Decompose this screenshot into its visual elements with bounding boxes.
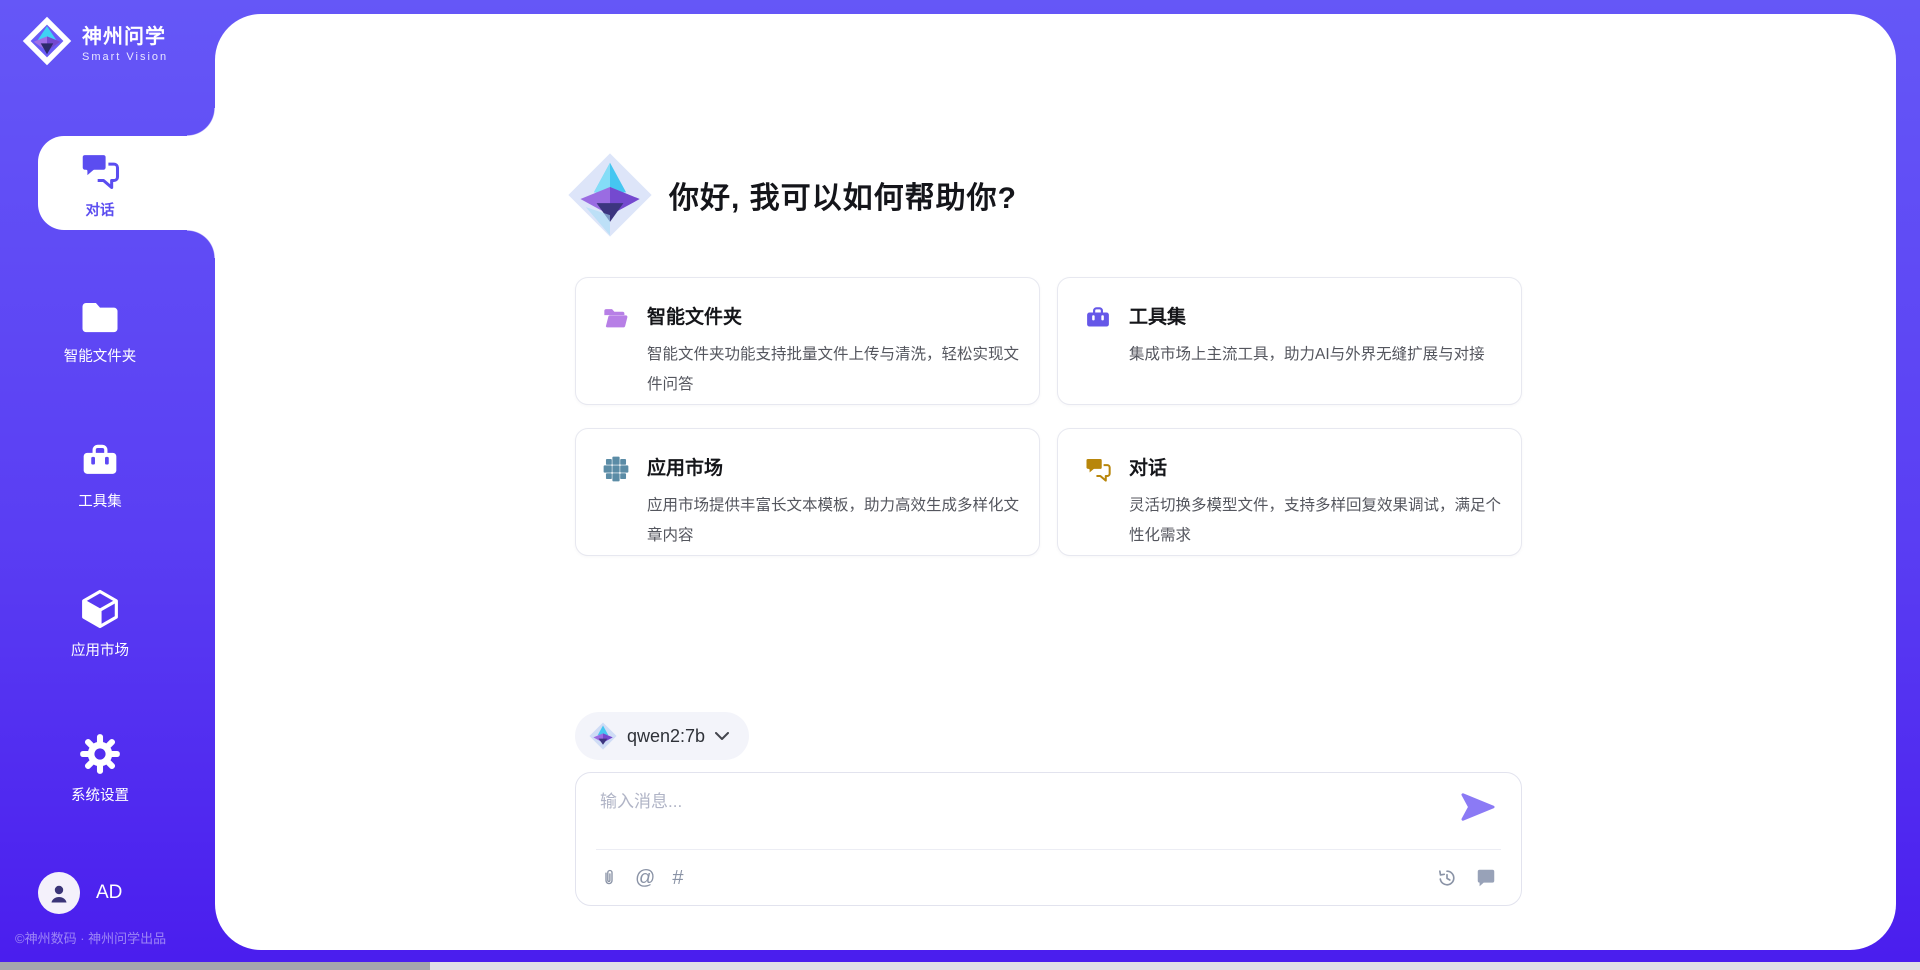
card-description: 灵活切换多模型文件，支持多样回复效果调试，满足个性化需求 <box>1129 491 1514 551</box>
main-panel: 你好, 我可以如何帮助你? 智能文件夹 智能文件夹功能支持批量文件上传与清洗，轻… <box>215 14 1896 950</box>
toolbox-icon <box>79 441 121 481</box>
card-description: 集成市场上主流工具，助力AI与外界无缝扩展与对接 <box>1129 340 1514 370</box>
sidebar-item-label: 智能文件夹 <box>64 345 137 366</box>
history-icon <box>1436 867 1458 889</box>
person-icon <box>47 881 71 905</box>
composer-divider <box>596 849 1501 850</box>
chevron-down-icon <box>715 732 729 741</box>
brand-name: 神州问学 <box>82 20 168 49</box>
brand-logo-icon <box>22 16 72 66</box>
card-title: 对话 <box>1129 453 1514 480</box>
at-icon: @ <box>635 868 655 888</box>
assistant-logo-icon <box>567 152 653 238</box>
card-description: 应用市场提供丰富长文本模板，助力高效生成多样化文章内容 <box>647 491 1032 551</box>
avatar <box>38 872 80 914</box>
card-title: 智能文件夹 <box>647 302 1032 329</box>
mention-button[interactable]: @ <box>635 868 655 888</box>
user-initials: AD <box>96 882 122 904</box>
card-smart-folder[interactable]: 智能文件夹 智能文件夹功能支持批量文件上传与清洗，轻松实现文件问答 <box>575 277 1040 405</box>
card-title: 应用市场 <box>647 453 1032 480</box>
gear-icon <box>79 733 121 775</box>
toolbox-icon <box>1084 304 1112 332</box>
card-title: 工具集 <box>1129 302 1514 329</box>
paperclip-icon <box>600 866 618 890</box>
card-toolset[interactable]: 工具集 集成市场上主流工具，助力AI与外界无缝扩展与对接 <box>1057 277 1522 405</box>
brand-subtitle: Smart Vision <box>82 51 168 63</box>
model-logo-icon <box>589 722 617 750</box>
sidebar-item-label: 工具集 <box>78 490 122 511</box>
send-button[interactable] <box>1461 793 1495 821</box>
sidebar-item-folders[interactable]: 智能文件夹 <box>0 298 200 366</box>
message-input[interactable] <box>600 787 1440 841</box>
model-selector[interactable]: qwen2:7b <box>575 712 749 760</box>
send-icon <box>1461 793 1495 821</box>
horizontal-scrollbar-thumb[interactable] <box>0 962 430 970</box>
card-description: 智能文件夹功能支持批量文件上传与清洗，轻松实现文件问答 <box>647 340 1032 400</box>
topic-button[interactable]: # <box>672 868 683 888</box>
composer-toolbar: @ # <box>600 866 1497 890</box>
card-chat[interactable]: 对话 灵活切换多模型文件，支持多样回复效果调试，满足个性化需求 <box>1057 428 1522 556</box>
greeting-title: 你好, 我可以如何帮助你? <box>669 173 1017 217</box>
model-name: qwen2:7b <box>627 726 705 747</box>
user-menu[interactable]: AD <box>38 872 122 914</box>
history-button[interactable] <box>1436 867 1458 889</box>
sidebar-item-chat[interactable]: 对话 <box>0 150 200 220</box>
feature-cards: 智能文件夹 智能文件夹功能支持批量文件上传与清洗，轻松实现文件问答 工具集 集成… <box>575 277 1522 556</box>
chat-icon <box>79 150 121 190</box>
folder-icon <box>79 298 121 336</box>
horizontal-scrollbar-track[interactable] <box>0 962 1920 970</box>
sidebar: 神州问学 Smart Vision 对话 智能文件夹 <box>0 0 215 962</box>
cube-icon <box>79 588 121 630</box>
greeting: 你好, 我可以如何帮助你? <box>567 152 1017 238</box>
brand: 神州问学 Smart Vision <box>22 16 168 66</box>
hash-icon: # <box>672 868 683 888</box>
sidebar-item-label: 对话 <box>86 199 115 220</box>
sidebar-item-marketplace[interactable]: 应用市场 <box>0 588 200 660</box>
sidebar-item-settings[interactable]: 系统设置 <box>0 733 200 805</box>
message-composer: @ # <box>575 772 1522 906</box>
grid-icon <box>602 455 630 483</box>
folder-icon <box>602 304 630 332</box>
attach-file-button[interactable] <box>600 866 618 890</box>
chat-icon <box>1084 455 1112 483</box>
app-root: 神州问学 Smart Vision 对话 智能文件夹 <box>0 0 1920 970</box>
sidebar-item-tools[interactable]: 工具集 <box>0 441 200 511</box>
sidebar-item-label: 应用市场 <box>71 639 129 660</box>
feedback-button[interactable] <box>1475 867 1497 889</box>
sidebar-footer-text: ©神州数码 · 神州问学出品 <box>15 928 215 947</box>
sidebar-item-label: 系统设置 <box>71 784 129 805</box>
card-app-market[interactable]: 应用市场 应用市场提供丰富长文本模板，助力高效生成多样化文章内容 <box>575 428 1040 556</box>
chat-bubble-icon <box>1475 867 1497 889</box>
active-tab-background <box>38 136 215 230</box>
